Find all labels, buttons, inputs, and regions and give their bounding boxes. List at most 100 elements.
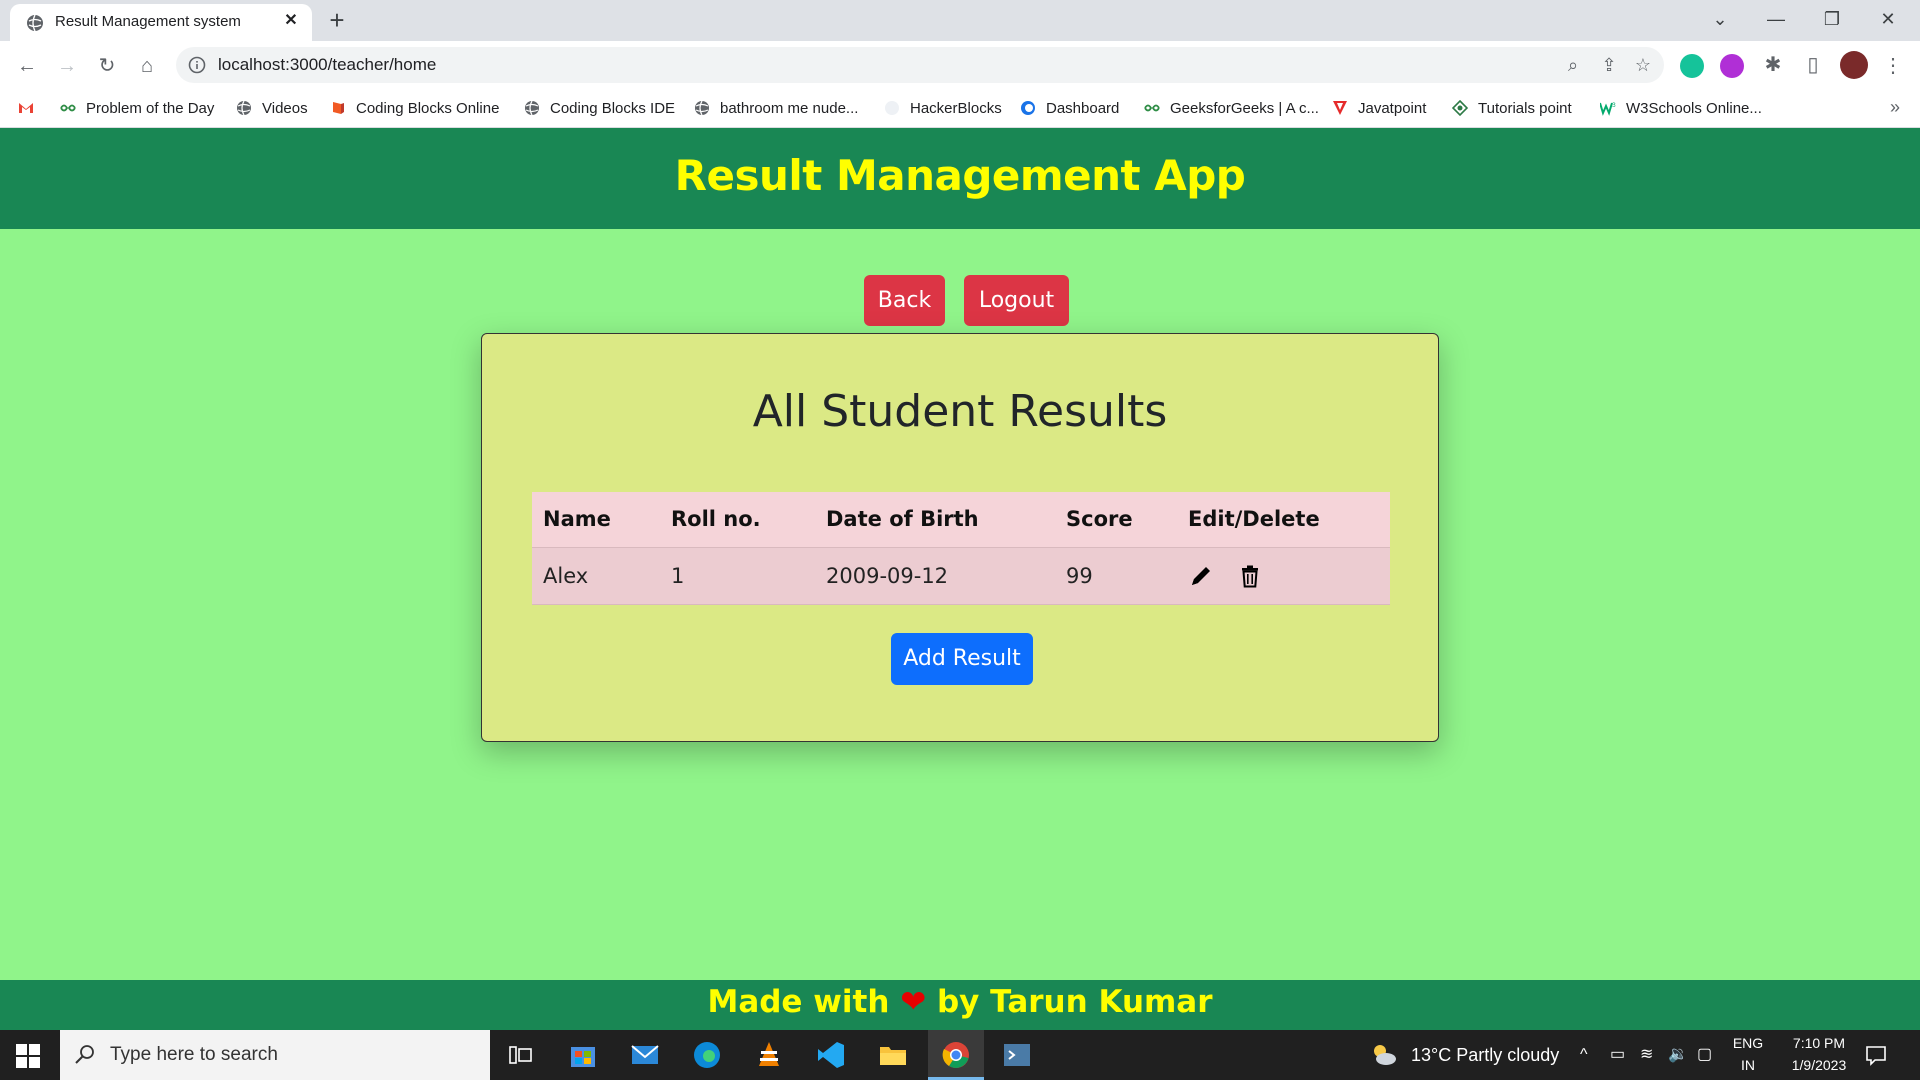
menu-kebab-icon[interactable]: ⋮ [1878,51,1908,81]
logout-button[interactable]: Logout [964,275,1069,326]
notification-icon[interactable] [1864,1043,1888,1067]
site-info-icon[interactable] [188,56,206,74]
back-button[interactable]: Back [864,275,945,326]
heart-icon: ❤ [900,984,927,1020]
tab-strip: Result Management system ✕ + ⌄ — ❐ ✕ [0,0,1920,41]
meet-now-icon[interactable]: ▢ [1697,1030,1712,1080]
bookmark-item[interactable]: Javatpoint [1332,96,1426,120]
task-view-icon[interactable] [504,1039,536,1071]
cell-name: Alex [532,547,660,605]
forward-arrow-icon[interactable]: → [52,51,82,81]
close-window-button[interactable]: ✕ [1860,0,1916,41]
table-header-row: Name Roll no. Date of Birth Score Edit/D… [532,492,1390,548]
grammarly-icon[interactable] [1680,54,1704,78]
language-top[interactable]: ENG [1728,1035,1768,1051]
hackerblocks-icon [884,100,900,116]
bookmark-label: Problem of the Day [86,99,215,117]
bookmark-item[interactable]: bathroom me nude... [694,96,858,120]
profile-avatar[interactable] [1840,51,1868,79]
bookmark-item[interactable]: Problem of the Day [60,96,214,120]
extensions-puzzle-icon[interactable]: ✱ [1758,50,1788,80]
bookmark-label: Coding Blocks Online [356,99,500,117]
bookmark-label: Javatpoint [1358,99,1427,117]
bookmark-item[interactable]: Coding Blocks Online [330,96,499,120]
geeks-icon [60,100,76,116]
back-arrow-icon[interactable]: ← [12,51,42,81]
bookmark-item[interactable]: 3 W3Schools Online... [1599,96,1762,120]
gmail-icon [19,103,33,113]
terminal-app-icon[interactable] [1001,1039,1033,1071]
bookmark-item[interactable]: Videos [236,96,308,120]
codingblocks-icon [330,100,346,116]
bookmark-label: Dashboard [1046,99,1120,117]
taskbar: Type here to search 13°C Partly cloudy ^… [0,1030,1920,1080]
clock-time[interactable]: 7:10 PM [1772,1035,1866,1051]
more-bookmarks-icon[interactable]: » [1890,97,1900,118]
taskbar-search-box[interactable]: Type here to search [60,1030,490,1080]
chrome-taskbar-active[interactable] [928,1030,984,1080]
bookmark-item[interactable]: Dashboard [1020,96,1119,120]
vscode-icon[interactable] [815,1039,847,1071]
edge-icon[interactable] [691,1039,723,1071]
minimize-button[interactable]: — [1748,0,1804,41]
bookmark-label: HackerBlocks [910,99,1002,117]
tab-search-icon[interactable]: ⌄ [1692,0,1748,41]
url-text[interactable]: localhost:3000/teacher/home [218,55,436,75]
bookmark-label: GeeksforGeeks | A c... [1170,99,1319,117]
zoom-icon[interactable]: ⌕ [1562,54,1584,76]
tutorialspoint-icon [1451,99,1469,117]
mail-icon[interactable] [629,1039,661,1071]
wifi-icon[interactable]: ≋ [1640,1030,1653,1080]
card-title: All Student Results [752,386,1168,437]
weather-text[interactable]: 13°C Partly cloudy [1411,1030,1559,1080]
table-row: Alex 1 2009-09-12 99 [532,547,1390,605]
w3schools-icon: 3 [1599,100,1616,116]
windows-start-icon[interactable] [16,1044,40,1068]
footer: Made with ❤ by Tarun Kumar [0,980,1920,1030]
address-bar[interactable]: localhost:3000/teacher/home ⌕ ⇪ ☆ [176,47,1664,83]
show-hidden-icons-icon[interactable]: ^ [1580,1030,1588,1080]
bookmark-item[interactable]: HackerBlocks [884,96,1002,120]
browser-tab[interactable]: Result Management system ✕ [10,4,312,41]
close-tab-icon[interactable]: ✕ [280,10,302,32]
globe-icon [236,100,252,116]
weather-icon [1374,1045,1396,1065]
bookmark-star-icon[interactable]: ☆ [1632,54,1654,76]
side-panel-icon[interactable]: ▯ [1798,50,1828,80]
bookmark-label: Videos [262,99,308,117]
bookmark-item[interactable]: Tutorials point [1451,96,1572,120]
home-icon[interactable]: ⌂ [132,51,162,81]
bookmark-item[interactable]: Coding Blocks IDE [524,96,675,120]
restore-button[interactable]: ❐ [1804,0,1860,41]
app-header: Result Management App [0,128,1920,229]
clock-date[interactable]: 1/9/2023 [1772,1057,1866,1073]
bookmark-item[interactable]: GeeksforGeeks | A c... [1144,96,1319,120]
language-bottom[interactable]: IN [1728,1057,1768,1073]
file-explorer-icon[interactable] [877,1039,909,1071]
vlc-icon[interactable] [753,1039,785,1071]
share-icon[interactable]: ⇪ [1598,54,1620,76]
taskbar-search-placeholder: Type here to search [110,1044,278,1065]
column-header-dob: Date of Birth [815,492,1055,548]
globe-icon [524,100,540,116]
bookmark-label: Tutorials point [1478,99,1572,117]
tab-title: Result Management system [55,13,241,30]
delete-trash-icon[interactable] [1237,563,1263,589]
column-header-name: Name [532,492,660,548]
edit-pencil-icon[interactable] [1188,563,1214,589]
results-table: Name Roll no. Date of Birth Score Edit/D… [532,492,1390,605]
new-tab-button[interactable]: + [322,5,352,35]
extension-purple-icon[interactable] [1720,54,1744,78]
column-header-roll: Roll no. [660,492,815,548]
bookmark-label: Coding Blocks IDE [550,99,676,117]
cell-score: 99 [1055,547,1177,605]
gmail-bookmark[interactable] [18,96,44,120]
battery-icon[interactable]: ▭ [1610,1030,1625,1080]
volume-icon[interactable]: 🔉 [1668,1030,1688,1080]
add-result-button[interactable]: Add Result [891,633,1033,685]
bookmarks-bar: Problem of the Day Videos Coding Blocks On… [0,89,1920,128]
app-title: Result Management App [674,151,1246,200]
microsoft-store-icon[interactable] [567,1039,599,1071]
bookmark-label: W3Schools Online... [1626,99,1762,117]
reload-icon[interactable]: ↻ [92,51,122,81]
